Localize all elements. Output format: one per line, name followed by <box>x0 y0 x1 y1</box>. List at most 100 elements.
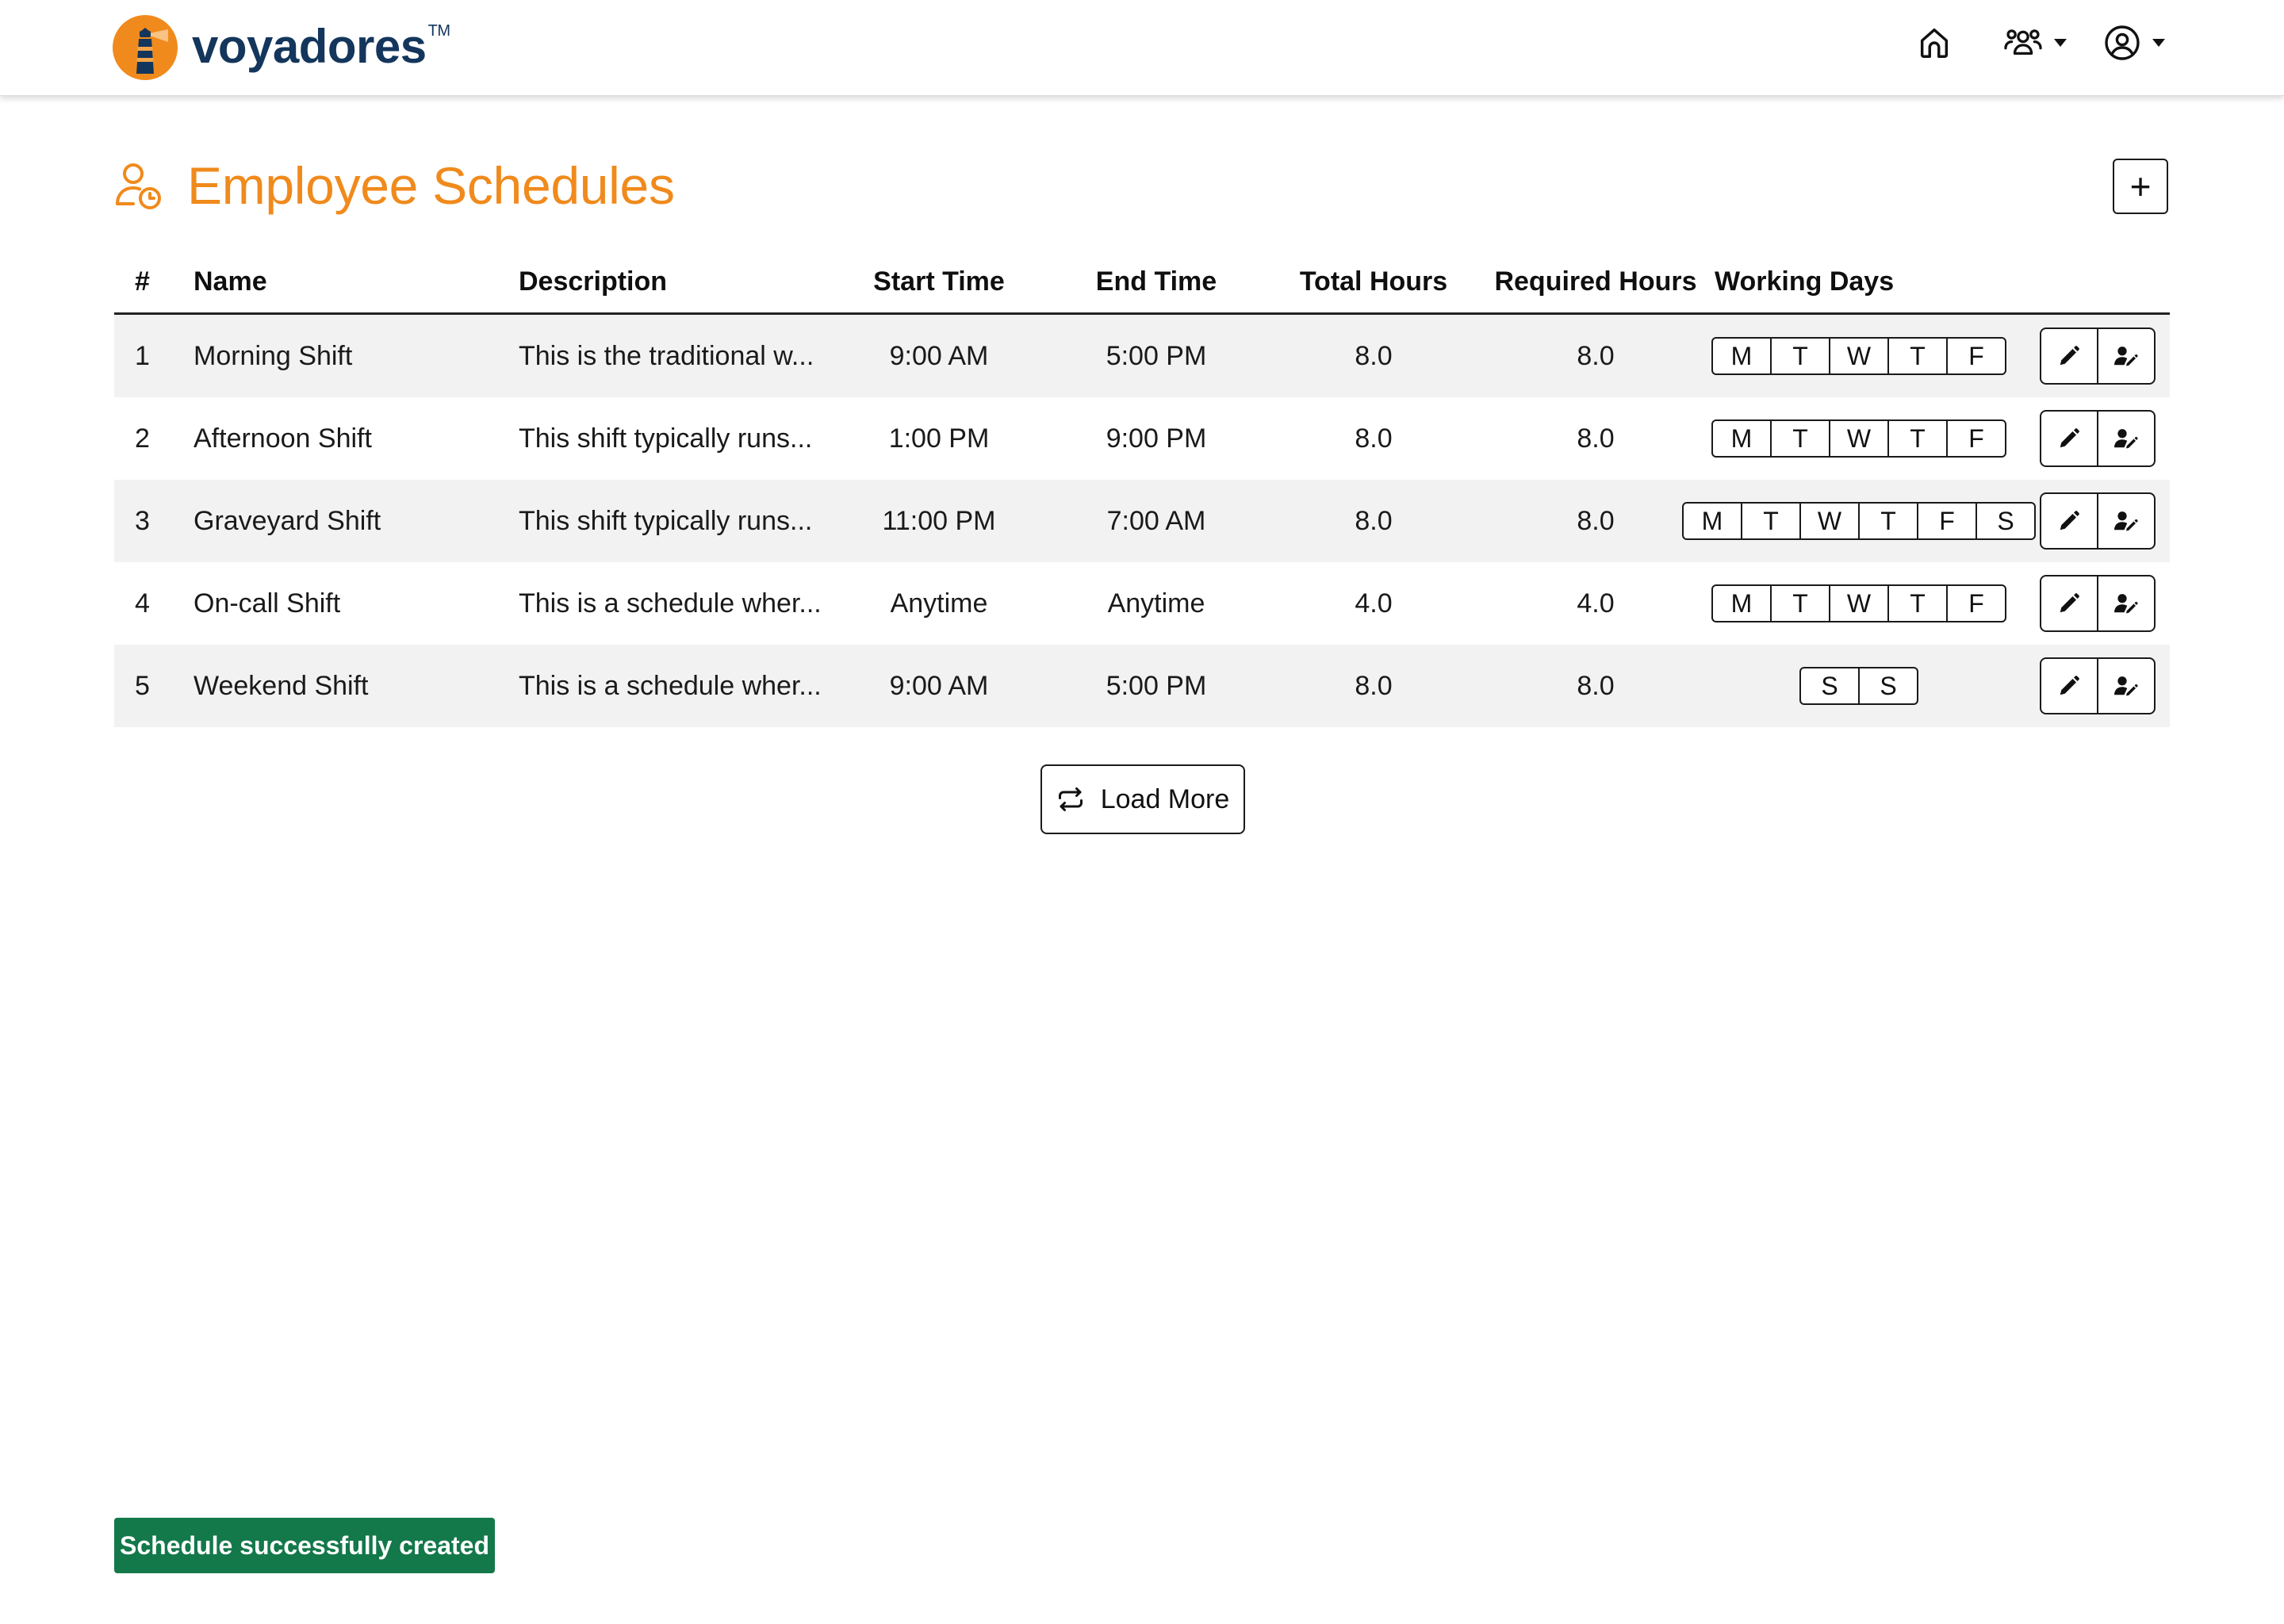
user-edit-icon <box>2114 347 2138 366</box>
working-day-chip: F <box>1917 502 1977 540</box>
cell-start-time: 11:00 PM <box>882 506 996 536</box>
chevron-down-icon <box>2054 39 2067 47</box>
column-header-required-hours[interactable]: Required Hours <box>1486 266 1705 297</box>
cell-name: Weekend Shift <box>194 671 369 701</box>
assign-employees-button[interactable] <box>2097 327 2156 385</box>
chevron-down-icon <box>2152 39 2165 47</box>
working-day-chip: W <box>1829 419 1889 458</box>
edit-schedule-button[interactable] <box>2040 327 2098 385</box>
assign-employees-button[interactable] <box>2097 492 2156 550</box>
cell-start-time: 1:00 PM <box>888 423 990 454</box>
cell-description: This is a schedule wher... <box>519 671 822 701</box>
table-row[interactable]: 1 Morning Shift This is the traditional w.… <box>114 315 2170 397</box>
trademark-mark: TM <box>427 21 450 40</box>
column-header-start-time[interactable]: Start Time <box>852 266 1026 297</box>
working-day-chip: S <box>1858 667 1918 705</box>
pencil-icon <box>2060 593 2079 613</box>
success-toast: Schedule successfully created <box>114 1518 495 1573</box>
table-row[interactable]: 4 On-call Shift This is a schedule wher...… <box>114 562 2170 645</box>
cell-end-time: 9:00 PM <box>1106 423 1207 454</box>
column-header-working-days[interactable]: Working Days <box>1715 266 1894 297</box>
edit-schedule-button[interactable] <box>2040 657 2098 714</box>
row-actions <box>2040 327 2156 385</box>
cell-name: Graveyard Shift <box>194 506 381 536</box>
working-day-chip: T <box>1770 584 1830 622</box>
plus-icon: + <box>2129 166 2152 207</box>
row-actions <box>2040 575 2156 632</box>
assign-employees-button[interactable] <box>2097 575 2156 632</box>
table-header: # Name Description Start Time End Time T… <box>114 252 2170 315</box>
assign-employees-button[interactable] <box>2097 657 2156 714</box>
cell-start-time: Anytime <box>890 588 988 619</box>
edit-schedule-button[interactable] <box>2040 410 2098 467</box>
page-header: Employee Schedules <box>114 155 675 216</box>
lighthouse-logo-icon <box>113 15 178 80</box>
working-day-chip: T <box>1887 337 1948 375</box>
working-day-chip: F <box>1946 419 2006 458</box>
working-day-chip: T <box>1887 419 1948 458</box>
brand-name: voyadores TM <box>192 19 450 73</box>
working-day-chip: F <box>1946 584 2006 622</box>
cell-name: On-call Shift <box>194 588 341 619</box>
cell-start-time: 9:00 AM <box>889 341 989 371</box>
working-day-chip: T <box>1858 502 1918 540</box>
cell-index: 3 <box>135 506 150 536</box>
cell-required-hours: 8.0 <box>1577 506 1615 536</box>
cell-name: Morning Shift <box>194 341 353 371</box>
column-header-name[interactable]: Name <box>194 266 267 297</box>
nav-actions <box>1916 24 2165 62</box>
edit-schedule-button[interactable] <box>2040 492 2098 550</box>
cell-index: 4 <box>135 588 150 619</box>
row-actions <box>2040 410 2156 467</box>
account-menu-button[interactable] <box>2103 24 2165 62</box>
pencil-icon <box>2060 346 2079 366</box>
home-button[interactable] <box>1916 25 1953 61</box>
pencil-icon <box>2060 428 2079 448</box>
working-day-chip: W <box>1829 584 1889 622</box>
working-day-chip: W <box>1829 337 1889 375</box>
column-header-end-time[interactable]: End Time <box>1069 266 1244 297</box>
cell-description: This is the traditional w... <box>519 341 814 371</box>
cell-description: This shift typically runs... <box>519 506 813 536</box>
table-row[interactable]: 2 Afternoon Shift This shift typically run… <box>114 397 2170 480</box>
cell-total-hours: 8.0 <box>1355 506 1393 536</box>
brand[interactable]: voyadores TM <box>113 14 450 81</box>
cell-index: 5 <box>135 671 150 701</box>
column-header-index: # <box>135 266 150 297</box>
cell-end-time: 5:00 PM <box>1106 341 1207 371</box>
working-day-chip: M <box>1711 584 1772 622</box>
pencil-icon <box>2060 511 2079 530</box>
pencil-icon <box>2060 676 2079 695</box>
working-day-chip: M <box>1711 337 1772 375</box>
user-edit-icon <box>2114 511 2138 531</box>
edit-schedule-button[interactable] <box>2040 575 2098 632</box>
user-edit-icon <box>2114 676 2138 696</box>
assign-employees-button[interactable] <box>2097 410 2156 467</box>
user-edit-icon <box>2114 429 2138 449</box>
user-edit-icon <box>2114 594 2138 614</box>
row-actions <box>2040 492 2156 550</box>
team-menu-button[interactable] <box>2003 25 2067 61</box>
working-day-chip: M <box>1711 419 1772 458</box>
working-day-chip: S <box>1976 502 2036 540</box>
table-row[interactable]: 5 Weekend Shift This is a schedule wher...… <box>114 645 2170 727</box>
cell-end-time: 5:00 PM <box>1106 671 1207 701</box>
cell-end-time: 7:00 AM <box>1106 506 1206 536</box>
add-schedule-button[interactable]: + <box>2113 159 2168 214</box>
working-days-group: MTWTF <box>1711 584 2006 622</box>
users-icon <box>2004 29 2042 56</box>
working-day-chip: M <box>1682 502 1742 540</box>
column-header-total-hours[interactable]: Total Hours <box>1285 266 1462 297</box>
cell-total-hours: 8.0 <box>1355 341 1393 371</box>
cell-end-time: Anytime <box>1107 588 1205 619</box>
column-header-description[interactable]: Description <box>519 266 667 297</box>
working-days-group: SS <box>1799 667 1918 705</box>
load-more-button[interactable]: Load More <box>1040 764 1245 834</box>
table-row[interactable]: 3 Graveyard Shift This shift typically run… <box>114 480 2170 562</box>
working-day-chip: W <box>1799 502 1860 540</box>
schedules-table: # Name Description Start Time End Time T… <box>114 252 2170 727</box>
user-clock-icon <box>116 163 161 209</box>
cell-total-hours: 4.0 <box>1355 588 1393 619</box>
working-day-chip: T <box>1887 584 1948 622</box>
working-day-chip: T <box>1770 419 1830 458</box>
